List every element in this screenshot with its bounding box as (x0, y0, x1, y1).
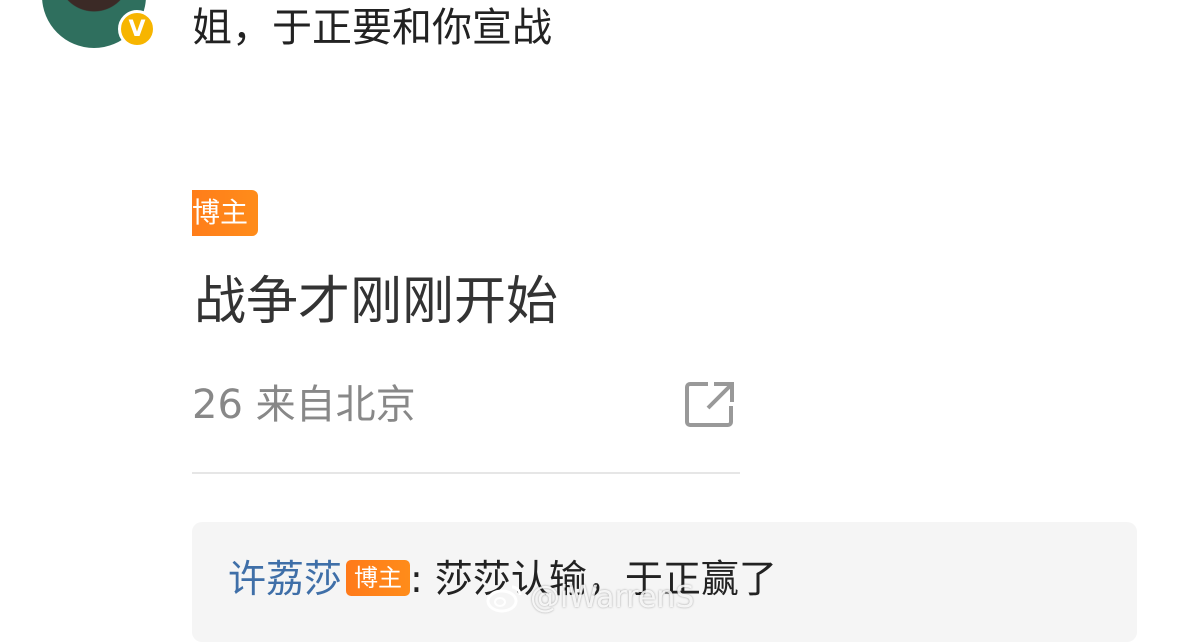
verified-badge-icon: V (118, 10, 156, 48)
watermark-text: @iWarrenS (530, 580, 695, 615)
weibo-icon (486, 585, 522, 613)
post-meta: 26 来自北京 (192, 382, 416, 428)
quoted-post-card[interactable]: 博主 战争才刚刚开始 26 来自北京 (192, 180, 740, 475)
blogger-badge: 博主 (192, 190, 259, 236)
watermark: @iWarrenS (484, 578, 694, 618)
quoted-post-text: 战争才刚刚开始 (194, 272, 559, 332)
post-text: 姐，于正要和你宣战 (192, 5, 552, 51)
divider (192, 472, 740, 474)
reply-blogger-badge: 博主 (346, 560, 411, 596)
share-icon[interactable] (684, 380, 736, 428)
reply-username[interactable]: 许荔莎 (228, 557, 342, 601)
